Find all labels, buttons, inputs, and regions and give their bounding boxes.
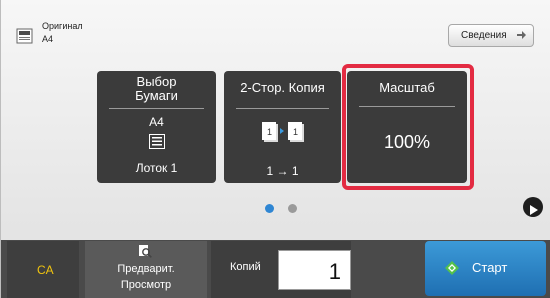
original-document-icon: [16, 28, 33, 44]
details-button[interactable]: Сведения: [448, 24, 534, 47]
preview-label-line1: Предварит.: [117, 263, 175, 275]
paper-size-value: A4: [149, 115, 164, 129]
arrow-right-icon: [516, 30, 526, 43]
svg-text:1: 1: [267, 127, 272, 137]
page-indicator[interactable]: [288, 204, 297, 213]
svg-text:1: 1: [293, 127, 298, 137]
preview-button[interactable]: Предварит. Просмотр: [85, 241, 207, 298]
play-icon: [530, 202, 538, 220]
copies-value: 1: [328, 259, 341, 284]
next-page-button[interactable]: [523, 197, 543, 217]
duplex-mode-value: 1 → 1: [266, 164, 299, 178]
copies-label: Копий: [230, 261, 261, 273]
scale-highlight-frame: [342, 64, 474, 190]
start-button[interactable]: Старт: [425, 241, 546, 296]
paper-tray-value: Лоток 1: [135, 161, 178, 175]
original-label: Оригинал: [42, 21, 83, 31]
top-bar: Оригинал A4 Сведения: [1, 0, 550, 60]
paper-select-title-line2: Бумаги: [135, 88, 178, 103]
clear-all-label: CA: [37, 263, 54, 277]
duplex-copy-tile[interactable]: 2-Стор. Копия 1 1 1 → 1: [224, 71, 341, 183]
paper-tray-icon: [149, 134, 165, 154]
tile-divider: [236, 108, 329, 109]
duplex-one-to-one-icon: 1 1: [262, 120, 304, 151]
copy-screen: Оригинал A4 Сведения Выбор Бумаги A4 Лот…: [0, 0, 550, 298]
duplex-copy-title: 2-Стор. Копия: [240, 80, 325, 95]
page-indicator-active[interactable]: [265, 204, 274, 213]
details-button-label: Сведения: [461, 30, 507, 41]
start-diamond-icon: [444, 260, 460, 279]
clear-all-button[interactable]: CA: [7, 241, 79, 298]
paper-select-tile[interactable]: Выбор Бумаги A4 Лоток 1: [97, 71, 216, 183]
original-size: A4: [42, 34, 54, 44]
magnifier-document-icon: [138, 244, 152, 261]
copies-input[interactable]: 1: [278, 250, 351, 290]
paper-select-title-line1: Выбор: [136, 74, 177, 89]
start-label: Старт: [472, 260, 508, 275]
tile-divider: [109, 108, 204, 109]
preview-label-line2: Просмотр: [120, 279, 172, 291]
